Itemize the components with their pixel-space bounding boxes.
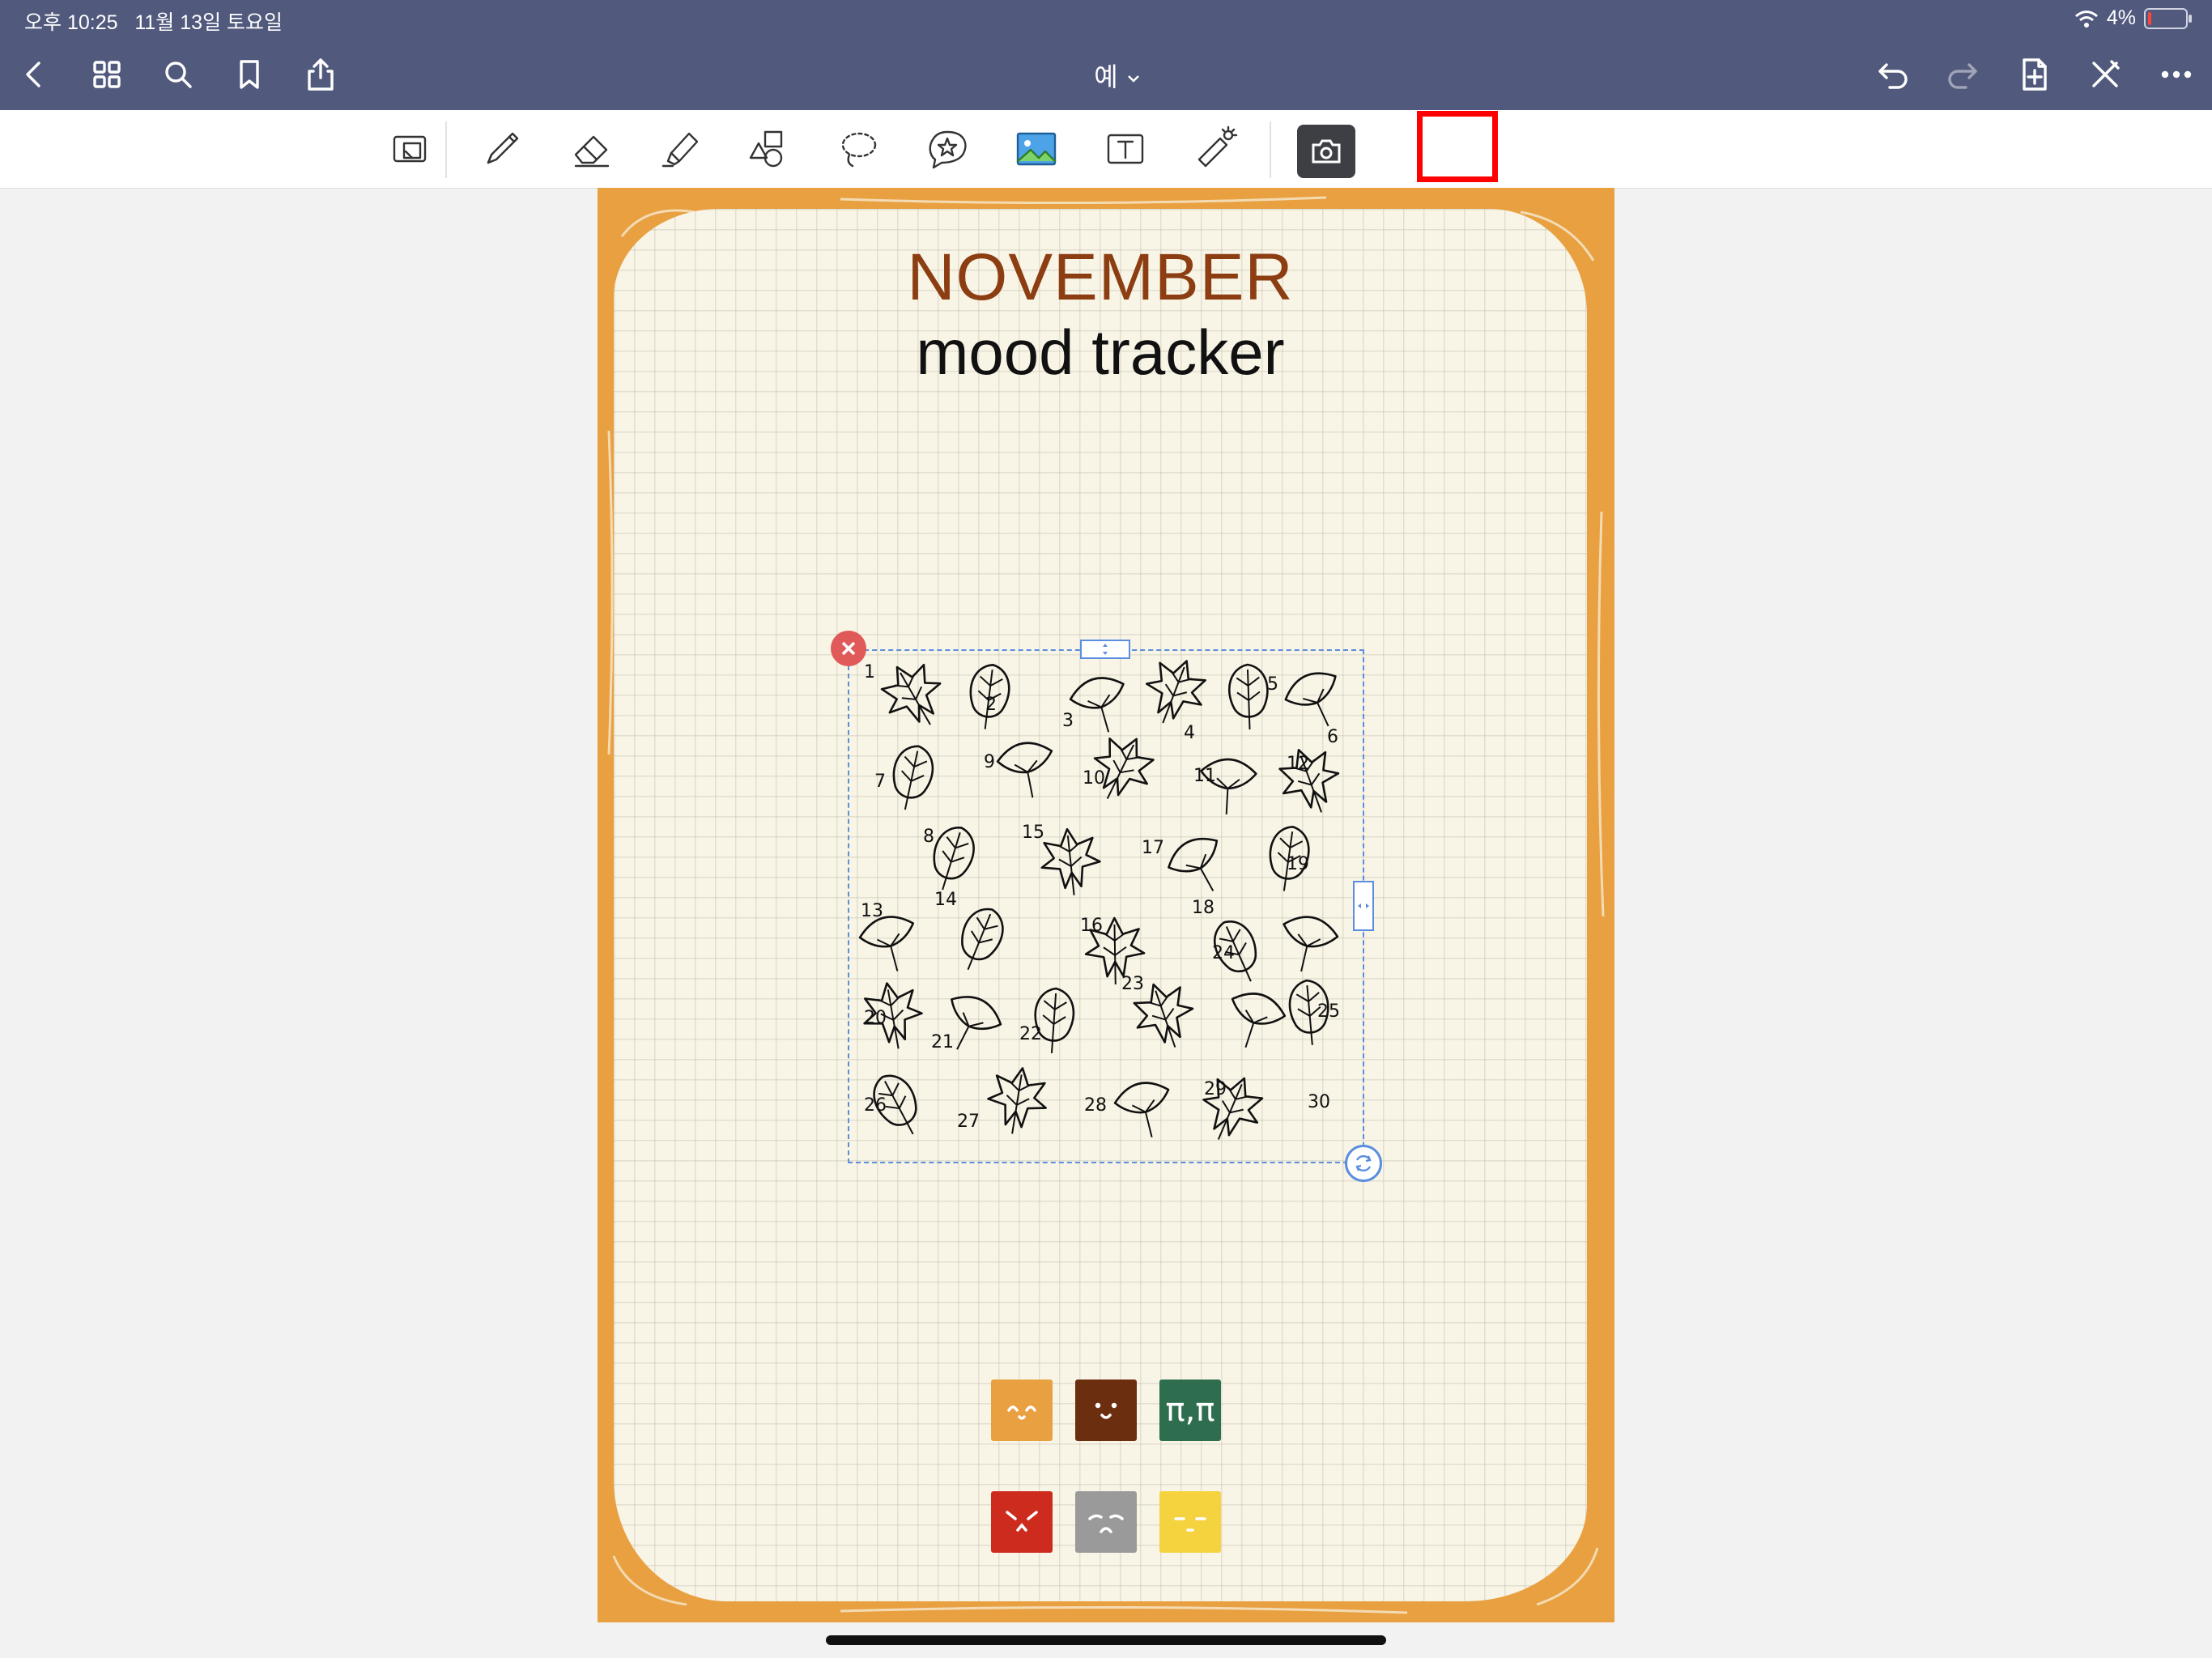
add-page-icon (2023, 58, 2047, 91)
lasso-icon (841, 132, 877, 168)
laser-pointer-icon (1197, 125, 1238, 168)
zoom-box-tool[interactable] (382, 121, 440, 176)
mood-angry-swatch[interactable] (991, 1491, 1053, 1553)
bookmark-icon (240, 60, 259, 89)
highlighter-tool[interactable] (651, 121, 709, 176)
eraser-icon (574, 135, 610, 168)
camera-button[interactable] (1297, 125, 1355, 178)
page-title-sub: mood tracker (916, 317, 1285, 388)
shapes-tool[interactable] (740, 121, 798, 176)
mood-sleepy-swatch[interactable] (1159, 1491, 1221, 1553)
share-icon (308, 58, 334, 91)
eraser-tool[interactable] (562, 121, 620, 176)
more-icon (2161, 70, 2192, 79)
rotate-icon (1355, 1154, 1372, 1172)
search-icon (165, 62, 192, 88)
pen-icon (487, 132, 519, 164)
redo-icon (1948, 63, 1977, 89)
app-bar: 오후 10:25 11월 13일 토요일 4% 예 (0, 0, 2212, 110)
redo-button[interactable] (1938, 50, 1987, 99)
laser-pointer-tool[interactable] (1185, 121, 1244, 176)
selection-resize-handle-top[interactable] (1080, 640, 1130, 659)
resize-vertical-icon (1103, 644, 1108, 655)
crying-face-text: π,π (1165, 1392, 1215, 1429)
toolbar (0, 110, 2212, 287)
chevron-down-icon (1127, 75, 1139, 83)
add-page-button[interactable] (2010, 50, 2058, 99)
status-right: 4% (2074, 6, 2192, 30)
close-icon (841, 641, 856, 656)
pen-tool[interactable] (473, 121, 531, 176)
selection-box[interactable] (848, 649, 1364, 1163)
elements-tool[interactable] (918, 121, 976, 176)
search-button[interactable] (154, 50, 202, 99)
mood-sad-swatch[interactable] (1075, 1491, 1137, 1553)
camera-icon (1312, 139, 1341, 164)
stamp-thumbnail-highlight (1417, 111, 1498, 182)
close-pen-icon (2092, 60, 2120, 87)
shapes-icon (749, 130, 783, 168)
selection-delete-button[interactable] (831, 631, 866, 666)
home-indicator (826, 1635, 1386, 1645)
page-title-month: NOVEMBER (907, 240, 1294, 314)
page-grid-button[interactable] (83, 50, 131, 99)
sad-face-icon (1088, 1514, 1124, 1533)
happy-face-icon (1007, 1405, 1036, 1420)
mood-calm-swatch[interactable] (1075, 1380, 1137, 1441)
lasso-tool[interactable] (829, 121, 887, 176)
selection-resize-handle-right[interactable] (1353, 881, 1374, 931)
mood-happy-swatch[interactable] (991, 1380, 1053, 1441)
back-button[interactable] (10, 50, 58, 99)
elements-icon (929, 130, 967, 169)
document-title[interactable]: 예 (1053, 57, 1182, 94)
more-button[interactable] (2152, 50, 2201, 99)
undo-icon (1878, 63, 1908, 89)
text-tool[interactable] (1096, 121, 1155, 176)
highlighter-icon (661, 132, 699, 168)
text-icon (1107, 134, 1144, 164)
selection-rotate-handle[interactable] (1345, 1145, 1382, 1182)
image-icon (1016, 132, 1057, 166)
mood-crying-swatch[interactable]: π,π (1159, 1380, 1221, 1441)
battery-icon (2144, 7, 2192, 29)
wifi-icon (2074, 10, 2098, 28)
bookmark-button[interactable] (225, 50, 274, 99)
resize-horizontal-icon (1358, 903, 1369, 908)
battery-percent: 4% (2106, 6, 2136, 29)
sleepy-face-icon (1174, 1517, 1206, 1532)
share-button[interactable] (296, 50, 345, 99)
calm-face-icon (1095, 1402, 1117, 1419)
close-pen-button[interactable] (2081, 50, 2129, 99)
back-icon (26, 62, 40, 87)
status-time: 오후 10:25 11월 13일 토요일 (24, 11, 283, 34)
angry-face-icon (1006, 1511, 1038, 1532)
grid-icon (93, 61, 121, 88)
image-tool[interactable] (1007, 121, 1066, 176)
undo-button[interactable] (1869, 50, 1917, 99)
zoom-box-icon (393, 135, 427, 163)
